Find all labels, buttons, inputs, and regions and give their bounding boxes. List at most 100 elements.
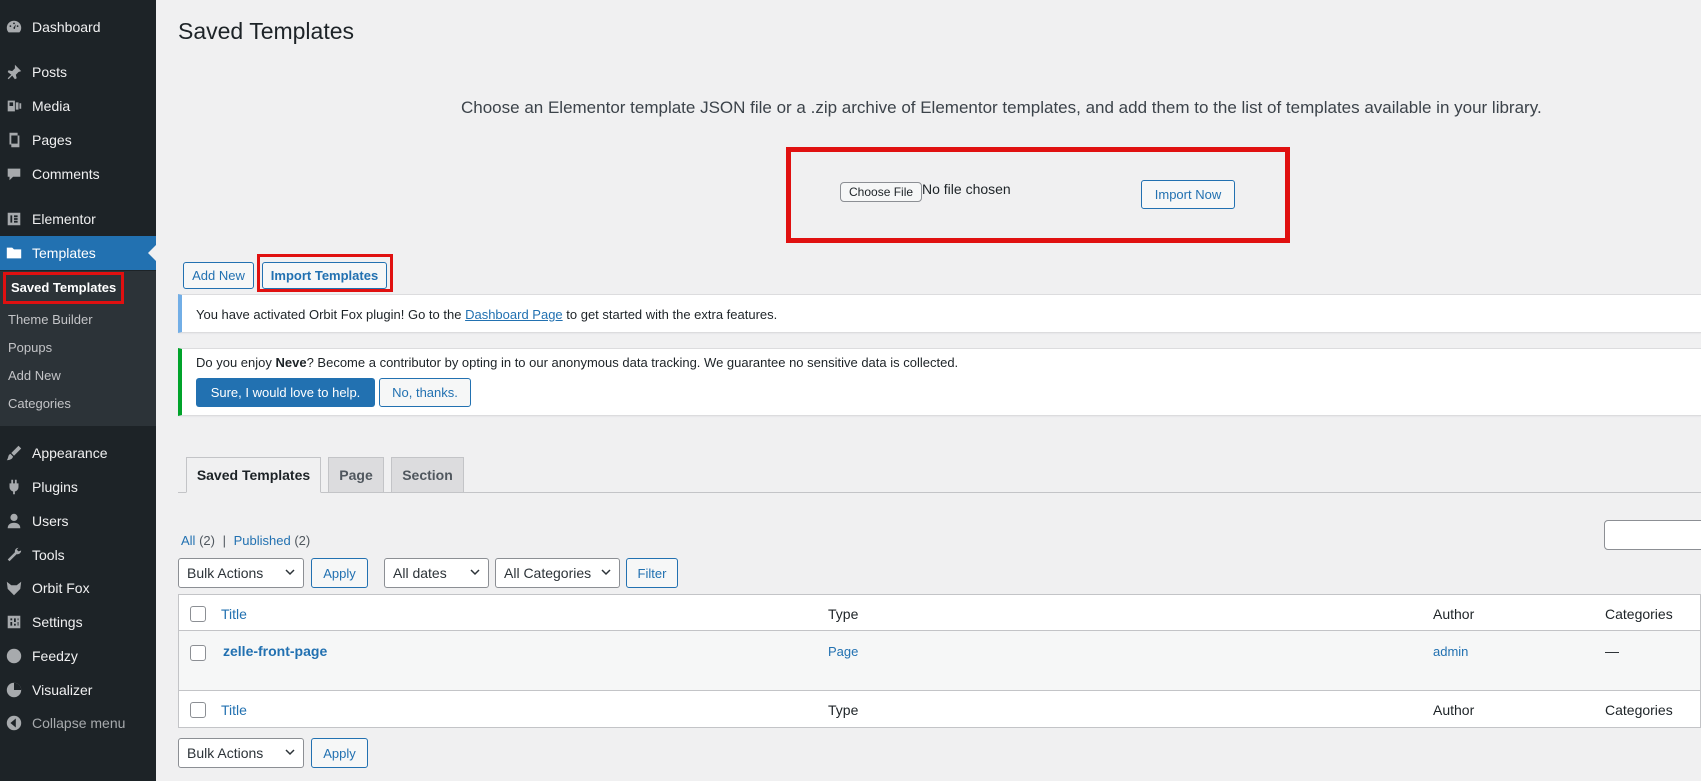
comment-icon — [0, 157, 32, 191]
chevron-down-icon — [601, 569, 611, 576]
chevron-down-icon — [285, 749, 295, 756]
sidebar-item-elementor[interactable]: Elementor — [0, 202, 156, 236]
sidebar-item-tools[interactable]: Tools — [0, 538, 156, 572]
dashboard-page-link[interactable]: Dashboard Page — [465, 307, 563, 322]
sidebar-item-plugins[interactable]: Plugins — [0, 470, 156, 504]
templates-submenu: Saved Templates Theme Builder Popups Add… — [0, 271, 156, 426]
categories-value: All Categories — [504, 565, 592, 581]
categories-select[interactable]: All Categories — [495, 558, 620, 588]
sidebar-item-orbit-fox[interactable]: Orbit Fox — [0, 571, 156, 605]
submenu-categories[interactable]: Categories — [8, 392, 71, 416]
chevron-down-icon — [470, 569, 480, 576]
dashboard-icon — [0, 10, 32, 44]
column-type-footer: Type — [828, 702, 859, 718]
bulk-actions-select-bottom[interactable]: Bulk Actions — [178, 738, 304, 768]
sidebar-item-label: Templates — [32, 245, 96, 261]
add-new-button[interactable]: Add New — [183, 262, 254, 289]
apply-button[interactable]: Apply — [311, 558, 368, 588]
select-all-checkbox-footer[interactable] — [190, 702, 206, 718]
template-author-link[interactable]: admin — [1433, 644, 1468, 659]
feed-icon — [0, 639, 32, 673]
chevron-down-icon — [285, 569, 295, 576]
pin-icon — [0, 55, 32, 89]
sidebar-item-pages[interactable]: Pages — [0, 123, 156, 157]
status-filter-links: All (2) | Published (2) — [181, 533, 310, 548]
choose-file-button[interactable]: Choose File — [840, 182, 923, 202]
dates-value: All dates — [393, 565, 447, 581]
apply-button-bottom[interactable]: Apply — [311, 738, 368, 768]
column-type: Type — [828, 606, 859, 622]
sidebar-item-settings[interactable]: Settings — [0, 605, 156, 639]
sidebar-item-label: Appearance — [32, 445, 108, 461]
sidebar-item-label: Visualizer — [32, 682, 93, 698]
pages-icon — [0, 123, 32, 157]
sidebar-item-feedzy[interactable]: Feedzy — [0, 639, 156, 673]
wrench-icon — [0, 538, 32, 572]
opt-out-button[interactable]: No, thanks. — [379, 378, 471, 407]
sidebar-item-label: Plugins — [32, 479, 78, 495]
user-icon — [0, 504, 32, 538]
import-description: Choose an Elementor template JSON file o… — [461, 98, 1542, 117]
filter-all-link[interactable]: All — [181, 533, 195, 548]
table-footer: Title Type Author Categories — [179, 690, 1700, 727]
submenu-saved-templates[interactable]: Saved Templates — [3, 272, 125, 304]
tab-section[interactable]: Section — [391, 457, 464, 493]
submenu-theme-builder[interactable]: Theme Builder — [8, 308, 93, 332]
dates-select[interactable]: All dates — [384, 558, 489, 588]
collapse-menu-button[interactable]: Collapse menu — [0, 706, 156, 740]
neve-text-end: ? Become a contributor by opting in to o… — [306, 355, 959, 370]
sidebar-item-label: Tools — [32, 547, 65, 563]
sidebar-item-label: Settings — [32, 614, 83, 630]
elementor-icon — [0, 202, 32, 236]
table-header: Title Type Author Categories — [179, 595, 1700, 631]
column-title-sort[interactable]: Title — [221, 606, 247, 622]
submenu-popups[interactable]: Popups — [8, 336, 52, 360]
folder-icon — [0, 236, 32, 270]
sidebar-item-visualizer[interactable]: Visualizer — [0, 673, 156, 707]
search-input[interactable] — [1604, 520, 1701, 550]
import-now-button[interactable]: Import Now — [1141, 180, 1235, 209]
sidebar-item-templates[interactable]: Templates — [0, 236, 156, 270]
settings-icon — [0, 605, 32, 639]
template-type-link[interactable]: Page — [828, 644, 858, 659]
tab-page[interactable]: Page — [328, 457, 384, 493]
bulk-actions-value: Bulk Actions — [187, 565, 264, 581]
sidebar-item-appearance[interactable]: Appearance — [0, 436, 156, 470]
filter-published-link[interactable]: Published — [234, 533, 291, 548]
template-title-link[interactable]: zelle-front-page — [223, 643, 327, 659]
published-count: (2) — [294, 533, 311, 548]
sidebar-item-users[interactable]: Users — [0, 504, 156, 538]
sidebar-item-dashboard[interactable]: Dashboard — [0, 10, 156, 44]
opt-in-button[interactable]: Sure, I would love to help. — [196, 378, 375, 407]
sidebar-item-label: Orbit Fox — [32, 580, 90, 596]
page-title: Saved Templates — [178, 18, 355, 44]
bulk-actions-select[interactable]: Bulk Actions — [178, 558, 304, 588]
row-checkbox[interactable] — [190, 645, 206, 661]
filter-separator: | — [222, 533, 226, 548]
column-title-sort-footer[interactable]: Title — [221, 702, 247, 718]
select-all-checkbox[interactable] — [190, 606, 206, 622]
all-count: (2) — [199, 533, 215, 548]
submenu-add-new[interactable]: Add New — [8, 364, 61, 388]
bulk-actions-value-bottom: Bulk Actions — [187, 745, 264, 761]
import-templates-button[interactable]: Import Templates — [262, 262, 387, 289]
sidebar-item-comments[interactable]: Comments — [0, 157, 156, 191]
sidebar-item-label: Elementor — [32, 211, 96, 227]
brush-icon — [0, 436, 32, 470]
sidebar-item-posts[interactable]: Posts — [0, 55, 156, 89]
sidebar-item-media[interactable]: Media — [0, 89, 156, 123]
tab-saved-templates[interactable]: Saved Templates — [186, 457, 321, 493]
neve-text-start: Do you enjoy — [196, 355, 276, 370]
sidebar-item-label: Media — [32, 98, 71, 114]
column-categories: Categories — [1605, 606, 1673, 622]
filter-button[interactable]: Filter — [626, 558, 678, 588]
orbit-notice-text-end: to get started with the extra features. — [562, 307, 778, 322]
collapse-label: Collapse menu — [32, 715, 126, 731]
orbit-fox-notice: You have activated Orbit Fox plugin! Go … — [178, 294, 1701, 333]
column-categories-footer: Categories — [1605, 702, 1673, 718]
file-status-text: No file chosen — [922, 181, 1011, 197]
sidebar-item-label: Posts — [32, 64, 68, 80]
sidebar-item-label: Comments — [32, 166, 100, 182]
chart-icon — [0, 673, 32, 707]
sidebar-item-label: Feedzy — [32, 648, 78, 664]
